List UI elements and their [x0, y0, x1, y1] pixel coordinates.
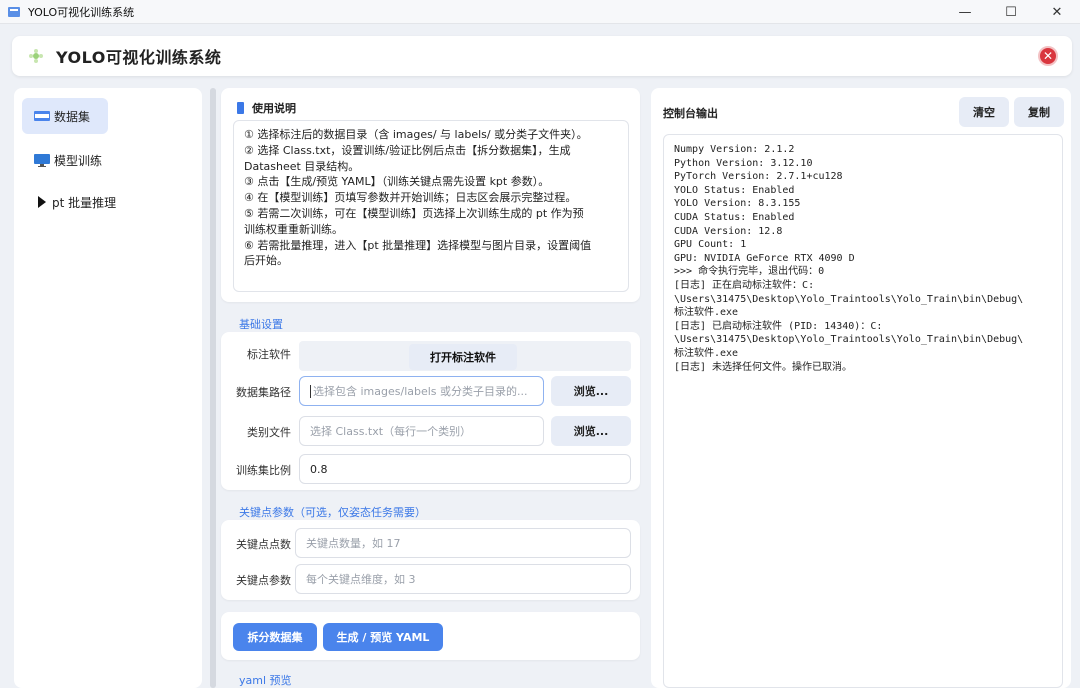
kpt-count-label: 关键点点数: [236, 538, 291, 551]
usage-header: 使用说明: [237, 100, 296, 116]
class-file-placeholder: 选择 Class.txt（每行一个类别）: [310, 425, 472, 438]
kpt-dim-label: 关键点参数: [236, 574, 291, 587]
app-title: YOLO可视化训练系统: [56, 48, 222, 67]
split-dataset-button[interactable]: 拆分数据集: [233, 623, 317, 651]
copy-button[interactable]: 复制: [1014, 97, 1064, 127]
train-ratio-value: 0.8: [310, 462, 328, 476]
console-line: >>> 命令执行完毕，退出代码：0: [674, 266, 825, 278]
open-annotation-button[interactable]: 打开标注软件: [409, 344, 517, 370]
sidebar-item-label: pt 批量推理: [52, 195, 117, 210]
kpt-dim-placeholder: 每个关键点维度，如 3: [306, 573, 416, 586]
clear-button[interactable]: 清空: [959, 97, 1009, 127]
dataset-panel: 使用说明 ① 选择标注后的数据目录（含 images/ 与 labels/ 或分…: [221, 86, 641, 688]
kpt-section-label: 关键点参数（可选，仅姿态任务需要）: [239, 506, 426, 519]
yaml-preview-label: yaml 预览: [239, 674, 292, 687]
dataset-icon: [34, 110, 50, 122]
console-line: [日志] 已启动标注软件 (PID: 14340)：C:: [674, 320, 883, 332]
usage-card: 使用说明 ① 选择标注后的数据目录（含 images/ 与 labels/ 或分…: [221, 88, 640, 302]
kpt-count-row: 关键点点数 关键点数量，如 17: [221, 528, 640, 560]
annot-bar: 打开标注软件: [299, 341, 631, 371]
usage-bar-icon: [237, 102, 244, 114]
sidebar-item-inference[interactable]: pt 批量推理: [22, 184, 132, 220]
usage-text-box: ① 选择标注后的数据目录（含 images/ 与 labels/ 或分类子文件夹…: [233, 120, 629, 292]
dataset-row: 数据集路径 选择包含 images/labels 或分类子目录的... 浏览..…: [221, 376, 640, 408]
center-scrollbar[interactable]: [210, 88, 216, 688]
monitor-icon: [34, 153, 50, 167]
usage-line: ① 选择标注后的数据目录（含 images/ 与 labels/ 或分类子文件夹…: [244, 128, 588, 141]
console-line: Python Version: 3.12.10: [674, 157, 813, 169]
browse-dataset-button[interactable]: 浏览...: [551, 376, 631, 406]
annot-row: 标注软件 打开标注软件: [221, 338, 640, 371]
console-line: [日志] 正在启动标注软件：C:: [674, 279, 815, 291]
console-line: YOLO Version: 8.3.155: [674, 198, 801, 210]
console-line: \Users\31475\Desktop\Yolo_Traintools\Yol…: [674, 293, 1024, 305]
kpt-settings-card: 关键点点数 关键点数量，如 17 关键点参数 每个关键点维度，如 3: [221, 520, 640, 600]
console-line: GPU Count: 1: [674, 239, 747, 251]
sidebar-item-dataset[interactable]: 数据集: [22, 98, 108, 134]
usage-line: 后开始。: [244, 254, 288, 268]
console-panel: 控制台输出 清空 复制 Numpy Version: 2.1.2 Python …: [651, 88, 1071, 688]
actions-card: 拆分数据集 生成 / 预览 YAML: [221, 612, 640, 660]
kpt-count-input[interactable]: 关键点数量，如 17: [295, 528, 631, 558]
sidebar-item-training[interactable]: 模型训练: [22, 142, 108, 178]
ratio-row: 训练集比例 0.8: [221, 454, 640, 486]
window-titlebar: YOLO可视化训练系统 — ☐ ✕: [0, 0, 1080, 24]
text-caret: [310, 384, 311, 398]
window-title: YOLO可视化训练系统: [28, 5, 135, 19]
usage-line: ⑥ 若需批量推理，进入【pt 批量推理】选择模型与图片目录，设置阈值: [244, 238, 592, 252]
console-line: \Users\31475\Desktop\Yolo_Traintools\Yol…: [674, 334, 1024, 346]
app-logo-icon: [26, 46, 46, 66]
play-triangle-icon: [38, 196, 48, 208]
app-header: YOLO可视化训练系统 ✕: [12, 36, 1072, 76]
window-close-button[interactable]: ✕: [1034, 0, 1080, 24]
console-line: 标注软件.exe: [674, 307, 739, 319]
usage-line: 训练权重重新训练。: [244, 222, 343, 236]
browse-class-button[interactable]: 浏览...: [551, 416, 631, 446]
dataset-path-label: 数据集路径: [236, 386, 291, 399]
console-line: PyTorch Version: 2.7.1+cu128: [674, 171, 843, 183]
class-file-label: 类别文件: [247, 426, 291, 439]
usage-line: Datasheet 目录结构。: [244, 159, 360, 173]
app-window-icon: [6, 4, 22, 20]
sidebar-item-label: 模型训练: [54, 153, 103, 168]
class-row: 类别文件 选择 Class.txt（每行一个类别） 浏览...: [221, 416, 640, 448]
usage-line: ③ 点击【生成/预览 YAML】（训练关键点需先设置 kpt 参数）。: [244, 175, 550, 189]
console-line: [日志] 未选择任何文件。操作已取消。: [674, 361, 853, 373]
train-ratio-input[interactable]: 0.8: [299, 454, 631, 484]
console-line: GPU: NVIDIA GeForce RTX 4090 D: [674, 252, 855, 264]
kpt-count-placeholder: 关键点数量，如 17: [306, 537, 401, 550]
class-file-input[interactable]: 选择 Class.txt（每行一个类别）: [299, 416, 544, 446]
scrollbar-thumb[interactable]: [210, 88, 216, 688]
kpt-dim-row: 关键点参数 每个关键点维度，如 3: [221, 564, 640, 596]
annot-label: 标注软件: [247, 348, 291, 361]
dataset-path-input[interactable]: 选择包含 images/labels 或分类子目录的...: [299, 376, 544, 406]
maximize-button[interactable]: ☐: [988, 0, 1034, 24]
console-line: CUDA Status: Enabled: [674, 211, 795, 223]
usage-title: 使用说明: [252, 102, 296, 115]
minimize-button[interactable]: —: [942, 0, 988, 24]
console-title: 控制台输出: [663, 107, 718, 120]
console-line: 标注软件.exe: [674, 347, 739, 359]
sidebar: 数据集 模型训练 pt 批量推理: [14, 88, 202, 688]
kpt-dim-input[interactable]: 每个关键点维度，如 3: [295, 564, 631, 594]
train-ratio-label: 训练集比例: [236, 464, 291, 477]
basic-settings-label: 基础设置: [239, 318, 283, 331]
console-line: CUDA Version: 12.8: [674, 225, 783, 237]
app-close-icon[interactable]: ✕: [1038, 46, 1058, 66]
generate-yaml-button[interactable]: 生成 / 预览 YAML: [323, 623, 443, 651]
console-line: Numpy Version: 2.1.2: [674, 144, 795, 155]
usage-line: ④ 在【模型训练】页填写参数并开始训练；日志区会展示完整过程。: [244, 191, 577, 205]
usage-line: ② 选择 Class.txt，设置训练/验证比例后点击【拆分数据集】，生成: [244, 143, 571, 157]
console-output[interactable]: Numpy Version: 2.1.2 Python Version: 3.1…: [663, 134, 1063, 688]
usage-line: ⑤ 若需二次训练，可在【模型训练】页选择上次训练生成的 pt 作为预: [244, 206, 584, 220]
basic-settings-card: 标注软件 打开标注软件 数据集路径 选择包含 images/labels 或分类…: [221, 332, 640, 490]
console-line: YOLO Status: Enabled: [674, 184, 795, 196]
sidebar-item-label: 数据集: [54, 109, 91, 124]
dataset-path-placeholder: 选择包含 images/labels 或分类子目录的...: [313, 385, 528, 398]
